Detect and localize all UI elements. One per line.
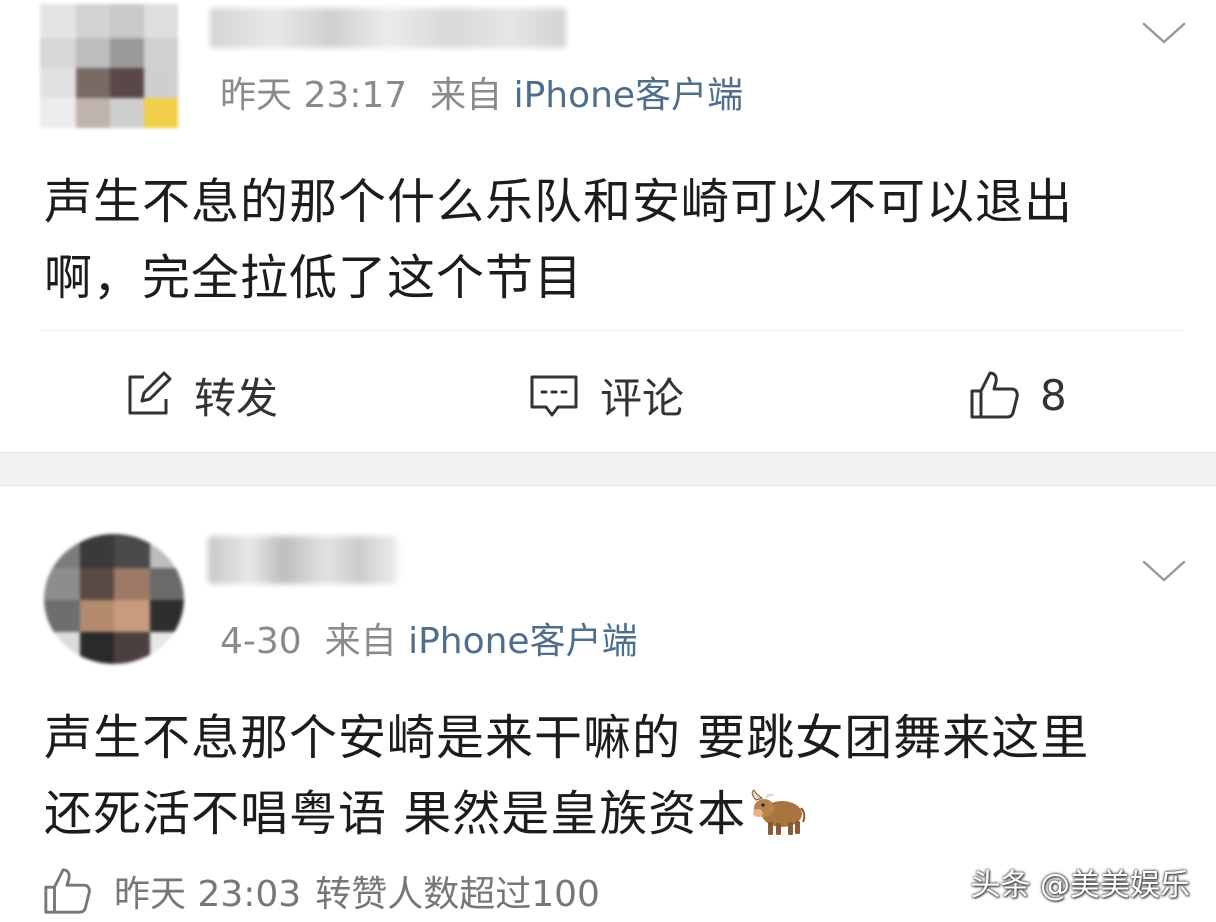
repost-button[interactable]: 转发: [122, 362, 278, 428]
avatar[interactable]: [40, 4, 178, 128]
post-source[interactable]: iPhone客户端: [514, 75, 744, 116]
post-meta: 昨天 23:17 来自 iPhone客户端: [220, 74, 743, 118]
source-prefix: 来自: [324, 621, 397, 662]
source-prefix: 来自: [430, 75, 503, 116]
username-blurred[interactable]: [210, 8, 566, 48]
post-content: 声生不息那个安崎是来干嘛的 要跳女团舞来这里 还死活不唱粤语 果然是皇族资本: [44, 700, 1184, 852]
post-card: 昨天 23:17 来自 iPhone客户端 声生不息的那个什么乐队和安崎可以不可…: [0, 0, 1216, 452]
weibo-comment-screenshot: 昨天 23:17 来自 iPhone客户端 声生不息的那个什么乐队和安崎可以不可…: [0, 0, 1216, 922]
post-meta: 4-30 来自 iPhone客户端: [220, 620, 638, 664]
thumbs-up-icon[interactable]: [42, 866, 92, 916]
username-blurred[interactable]: [208, 536, 398, 584]
repost-label: 转发: [194, 373, 279, 423]
comment-bubble-icon: [530, 375, 578, 417]
like-button[interactable]: 8: [968, 362, 1067, 428]
post-content: 声生不息的那个什么乐队和安崎可以不可以退出 啊，完全拉低了这个节目: [44, 164, 1184, 316]
divider: [40, 330, 1184, 331]
edit-square-icon: [128, 371, 172, 415]
footer-text: 转赞人数超过100: [315, 874, 600, 915]
comment-button[interactable]: 评论: [528, 362, 684, 428]
chevron-down-icon[interactable]: [1140, 556, 1188, 586]
thumbs-up-icon: [970, 371, 1019, 419]
content-line: 声生不息那个安崎是来干嘛的 要跳女团舞来这里: [44, 710, 1090, 766]
post-time: 4-30: [220, 621, 302, 662]
watermark: 头条 @美美娱乐: [970, 868, 1190, 903]
like-count: 8: [1040, 370, 1067, 420]
post-source[interactable]: iPhone客户端: [408, 621, 638, 662]
post-time: 昨天 23:17: [220, 75, 408, 116]
card-separator: [0, 452, 1216, 486]
avatar[interactable]: [44, 534, 184, 664]
chevron-down-icon[interactable]: [1140, 18, 1188, 48]
comment-footer: 昨天 23:03 转赞人数超过100: [42, 864, 600, 918]
content-line: 还死活不唱粤语 果然是皇族资本: [44, 786, 747, 842]
comment-label: 评论: [600, 373, 685, 423]
ox-emoji-icon: [752, 789, 806, 835]
content-line: 啊，完全拉低了这个节目: [44, 250, 584, 306]
content-line: 声生不息的那个什么乐队和安崎可以不可以退出: [44, 174, 1074, 230]
footer-time: 昨天 23:03: [114, 874, 302, 915]
content-line-with-emoji: 还死活不唱粤语 果然是皇族资本: [44, 776, 1184, 852]
